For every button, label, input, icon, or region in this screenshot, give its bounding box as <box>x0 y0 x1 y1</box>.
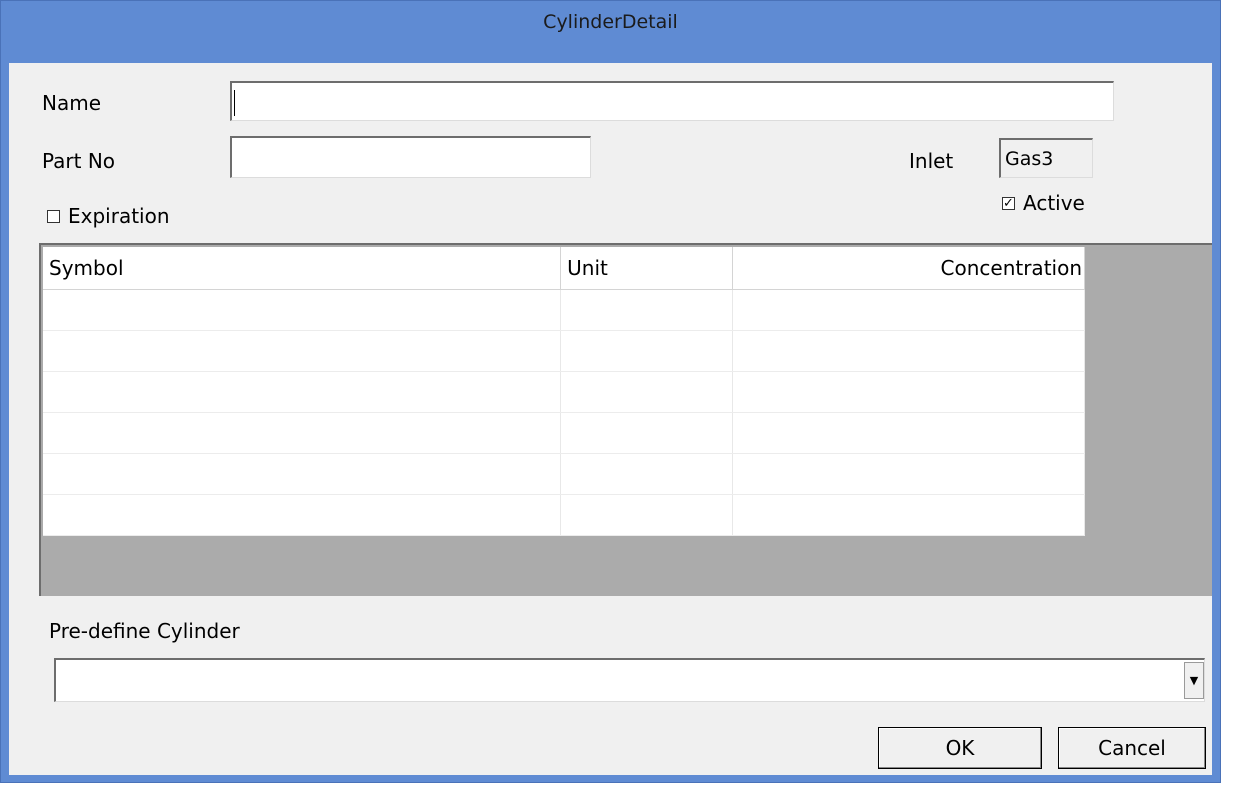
cell-unit[interactable] <box>560 289 734 331</box>
ok-button[interactable]: OK <box>878 727 1042 769</box>
cell-concentration[interactable] <box>732 453 1085 495</box>
grid-table: Symbol Unit Concentration <box>43 247 1085 536</box>
cell-concentration[interactable] <box>732 289 1085 331</box>
cell-unit[interactable] <box>560 371 734 413</box>
column-header-unit[interactable]: Unit <box>560 247 734 290</box>
column-header-concentration[interactable]: Concentration <box>732 247 1085 290</box>
window-title: CylinderDetail <box>543 11 678 33</box>
inlet-field: Gas3 <box>999 138 1093 178</box>
cylinder-detail-window: CylinderDetail Name Part No Inlet Gas3 ✓… <box>0 0 1221 783</box>
cell-unit[interactable] <box>560 412 734 454</box>
cell-concentration[interactable] <box>732 494 1085 536</box>
cell-unit[interactable] <box>560 494 734 536</box>
name-label: Name <box>42 91 102 115</box>
active-label: Active <box>1023 191 1085 215</box>
predefine-cylinder-label: Pre-define Cylinder <box>49 619 240 643</box>
cell-symbol[interactable] <box>43 371 562 413</box>
table-row[interactable] <box>43 494 1085 536</box>
checkbox-unchecked-icon <box>47 209 60 223</box>
expiration-checkbox[interactable]: Expiration <box>47 204 170 228</box>
chevron-down-icon[interactable]: ▼ <box>1184 662 1204 699</box>
column-header-symbol[interactable]: Symbol <box>43 247 562 290</box>
cell-symbol[interactable] <box>43 330 562 372</box>
inlet-label: Inlet <box>909 149 954 173</box>
expiration-label: Expiration <box>68 204 170 228</box>
part-no-field[interactable] <box>230 136 591 178</box>
cell-concentration[interactable] <box>732 412 1085 454</box>
active-checkbox[interactable]: ✓ Active <box>1002 191 1085 215</box>
cancel-button[interactable]: Cancel <box>1058 727 1206 769</box>
table-row[interactable] <box>43 371 1085 413</box>
part-no-label: Part No <box>42 149 116 173</box>
dialog-body: Name Part No Inlet Gas3 ✓ Active Expirat… <box>9 63 1212 775</box>
name-field[interactable] <box>230 81 1114 121</box>
cell-symbol[interactable] <box>43 289 562 331</box>
table-row[interactable] <box>43 289 1085 331</box>
cell-concentration[interactable] <box>732 371 1085 413</box>
cell-unit[interactable] <box>560 453 734 495</box>
table-row[interactable] <box>43 412 1085 454</box>
cell-symbol[interactable] <box>43 494 562 536</box>
concentration-grid[interactable]: Symbol Unit Concentration <box>39 243 1212 596</box>
cell-symbol[interactable] <box>43 412 562 454</box>
table-row[interactable] <box>43 453 1085 495</box>
predefine-cylinder-select[interactable]: ▼ <box>54 658 1205 702</box>
cell-concentration[interactable] <box>732 330 1085 372</box>
cell-symbol[interactable] <box>43 453 562 495</box>
cell-unit[interactable] <box>560 330 734 372</box>
table-row[interactable] <box>43 330 1085 372</box>
checkmark-icon: ✓ <box>1002 195 1015 211</box>
